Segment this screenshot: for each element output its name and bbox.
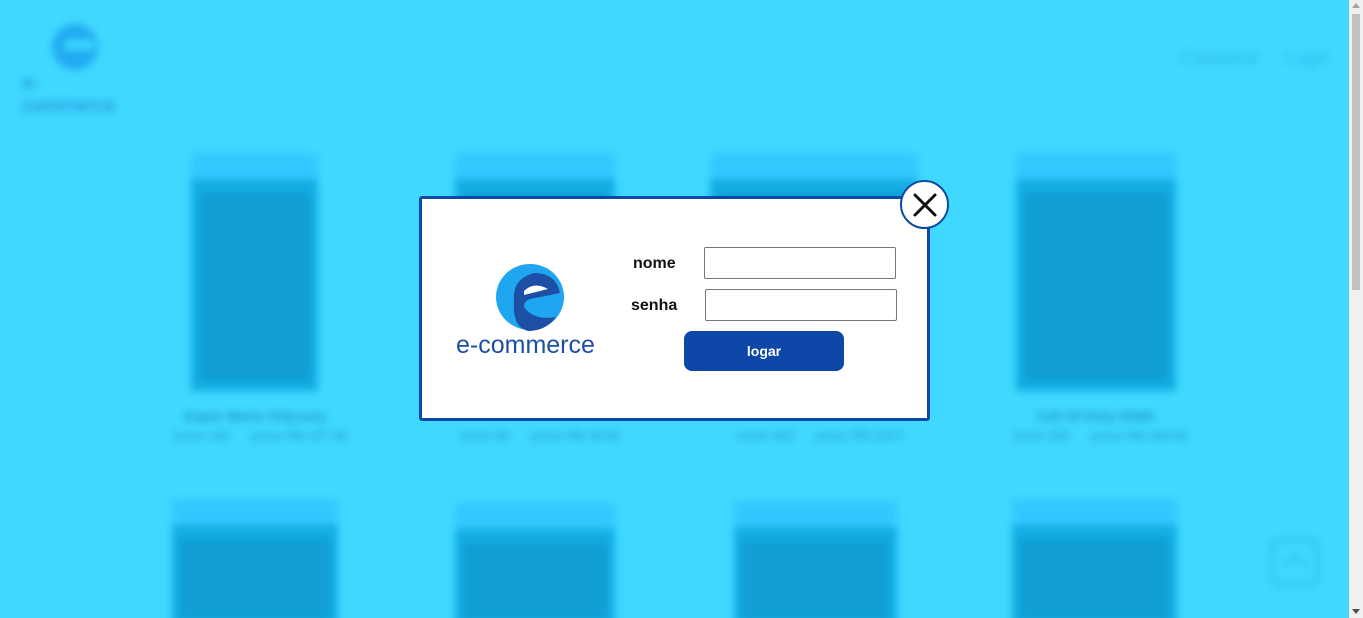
nav-login[interactable]: Login	[1285, 48, 1329, 69]
modal-logo-text: e-commerce	[456, 331, 595, 359]
product-title: Call Of Duty WWII	[1035, 408, 1155, 424]
product-meta: score 205 preço R$ 249.99	[1012, 428, 1188, 443]
name-input[interactable]	[704, 247, 896, 279]
modal-logo: e-commerce	[454, 261, 614, 361]
product-meta: score 100 preço R$ 197.88	[172, 428, 348, 443]
close-icon	[913, 193, 936, 216]
site-logo[interactable]: e-commerce	[22, 22, 132, 117]
product-cover[interactable]	[734, 501, 897, 618]
scrollbar-thumb[interactable]	[1352, 14, 1360, 290]
top-nav: Cadastrar Login	[1180, 48, 1329, 69]
product-cover[interactable]	[191, 153, 318, 391]
login-submit-button[interactable]: logar	[684, 331, 844, 371]
scroll-up-icon[interactable]	[1352, 3, 1360, 8]
product-title: Super Mario Odyssey	[183, 408, 327, 424]
logo-e-icon	[496, 264, 564, 331]
scrollbar[interactable]	[1349, 0, 1363, 618]
close-modal-button[interactable]	[900, 180, 949, 229]
product-cover[interactable]	[1016, 153, 1176, 391]
product-cover[interactable]	[455, 503, 615, 618]
product-cover[interactable]	[1012, 499, 1177, 618]
product-meta: score 200 preço R$ 119.5	[736, 428, 904, 443]
scroll-top-icon[interactable]	[1271, 538, 1319, 586]
scroll-down-icon[interactable]	[1352, 609, 1360, 614]
password-label: senha	[631, 297, 678, 314]
password-input[interactable]	[705, 289, 897, 321]
name-label: nome	[633, 255, 676, 272]
logo-text: e-commerce	[22, 72, 116, 117]
product-cover[interactable]	[172, 499, 338, 618]
nav-cadastrar[interactable]: Cadastrar	[1180, 48, 1259, 69]
login-modal: e-commerce nome senha logar	[419, 196, 930, 421]
product-meta: score 80 preço R$ 49.99	[459, 428, 621, 443]
